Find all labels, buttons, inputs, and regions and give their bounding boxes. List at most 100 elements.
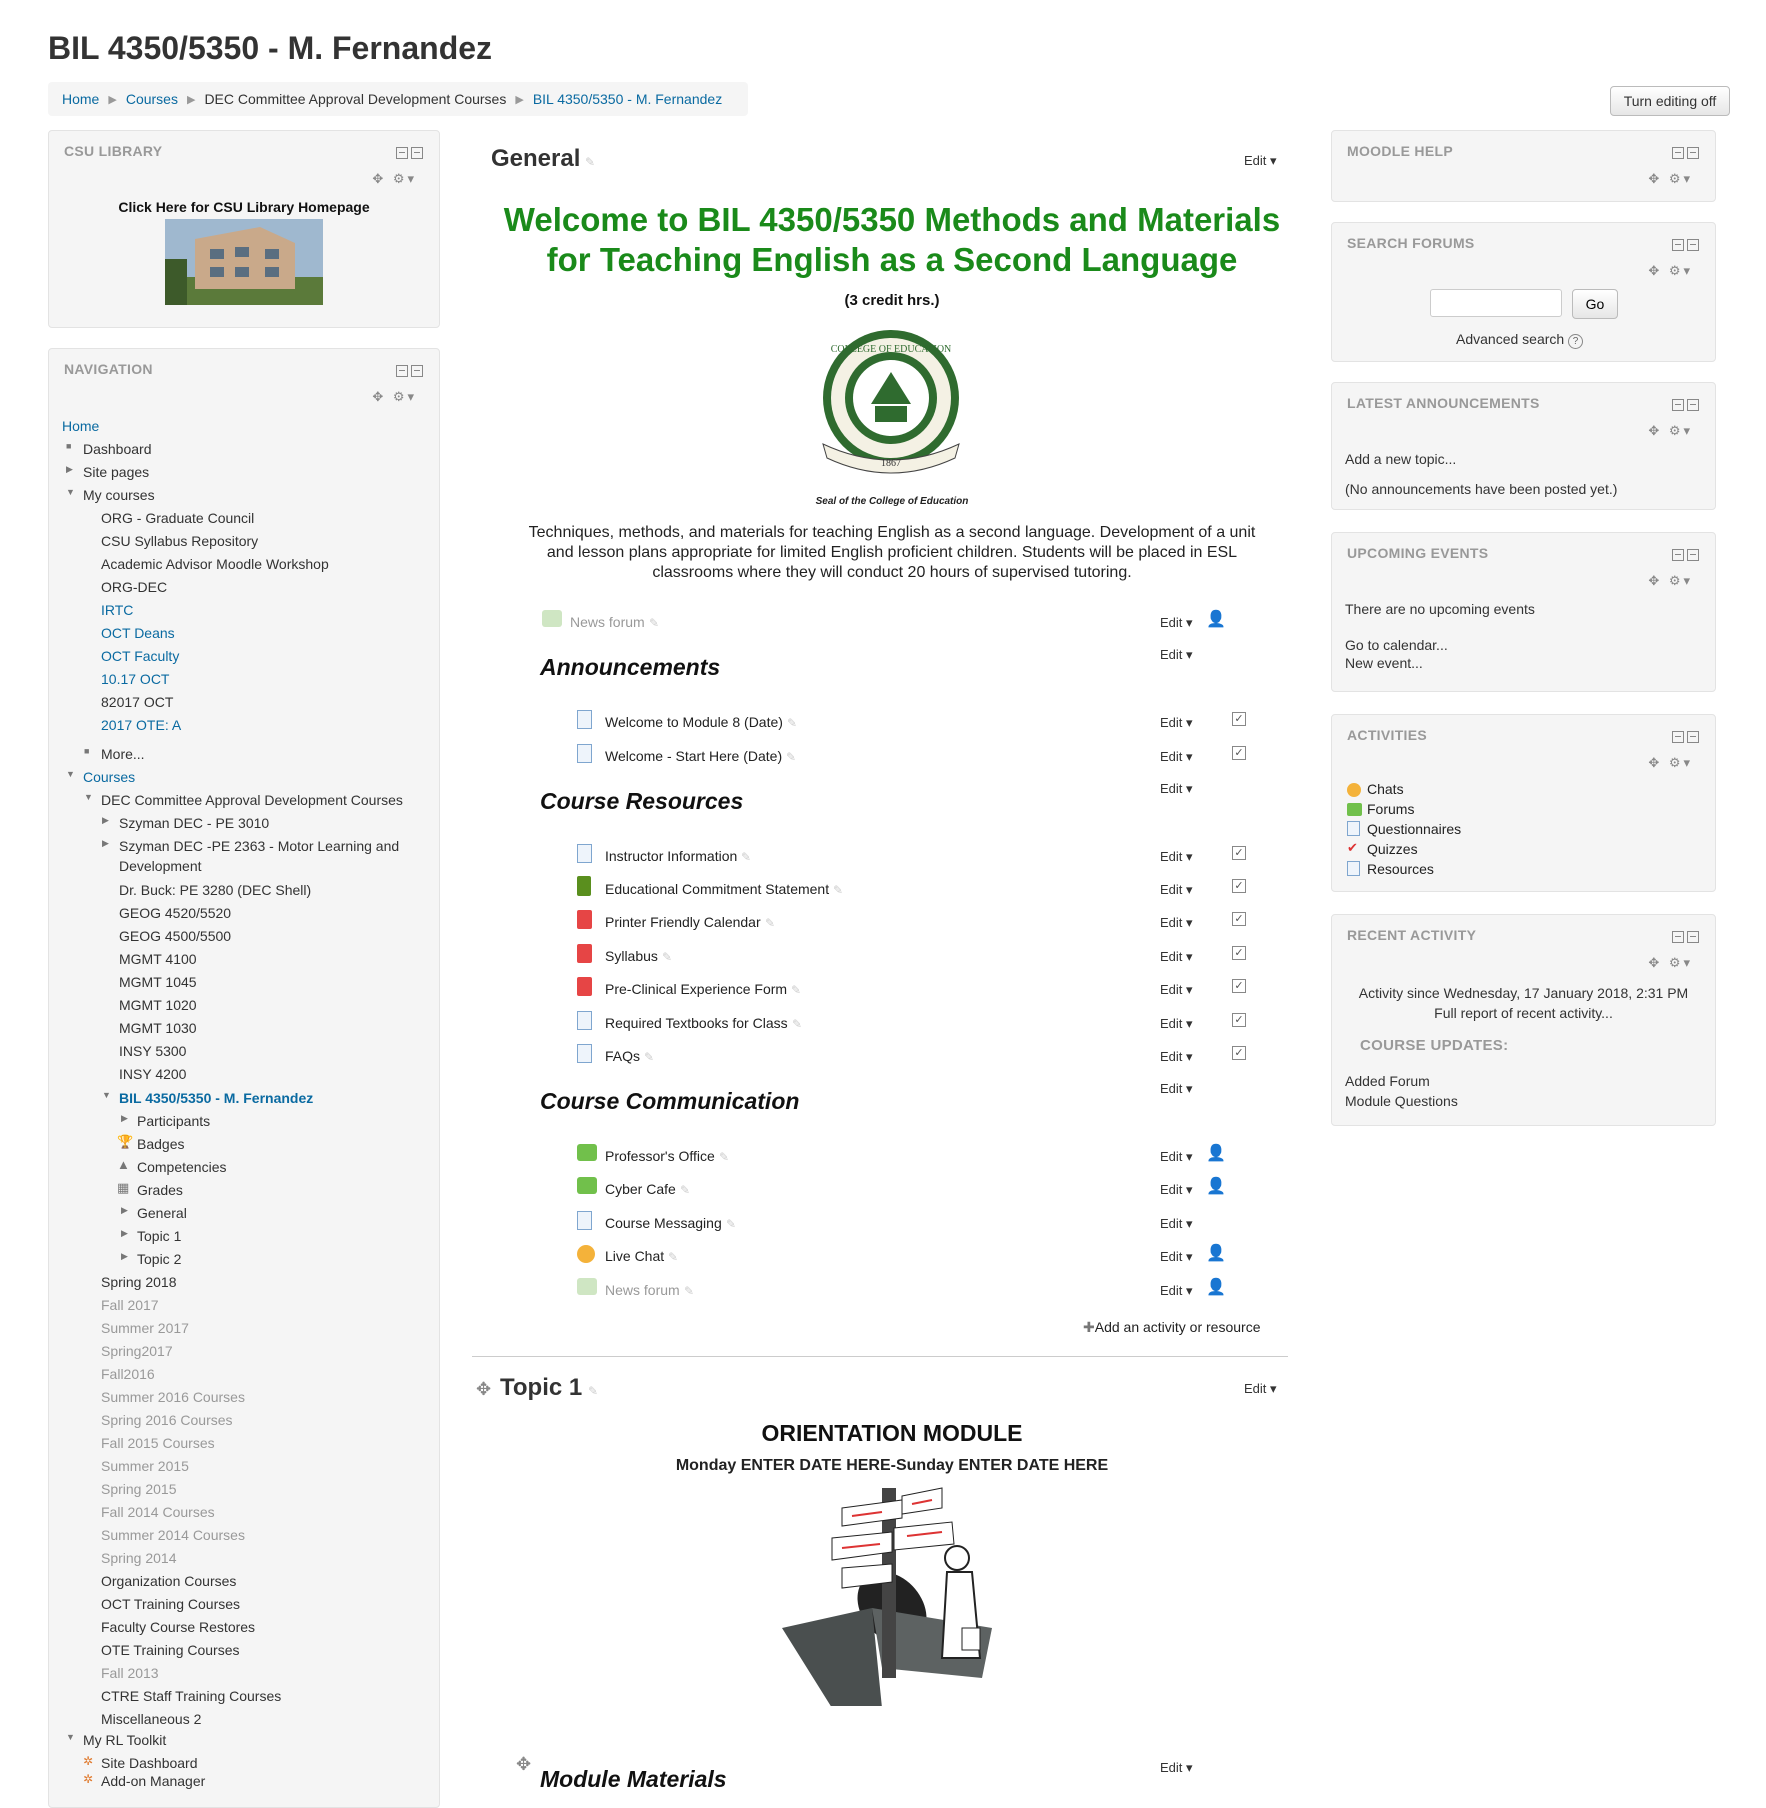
nav-category-item[interactable]: CTRE Staff Training Courses bbox=[101, 1687, 281, 1705]
nav-course-item[interactable]: OCT Faculty bbox=[101, 647, 179, 665]
dock-icon[interactable] bbox=[1687, 548, 1699, 561]
dock-icon[interactable] bbox=[1687, 398, 1699, 411]
edit-menu[interactable]: Edit ▾ bbox=[1160, 1049, 1193, 1065]
nav-course-item[interactable]: INSY 5300 bbox=[119, 1042, 186, 1060]
activities-questionnaires-link[interactable]: Questionnaires bbox=[1367, 821, 1461, 837]
completion-checkbox-icon[interactable]: ✓ bbox=[1232, 979, 1246, 993]
edit-menu[interactable]: Edit ▾ bbox=[1160, 1249, 1193, 1265]
activity-link[interactable]: News forum bbox=[570, 614, 645, 630]
expand-icon[interactable]: ▶ bbox=[121, 1251, 128, 1262]
nav-category-item[interactable]: Summer 2017 bbox=[101, 1319, 189, 1337]
dock-icon[interactable] bbox=[1687, 146, 1699, 159]
nav-section-topic2[interactable]: Topic 2 bbox=[137, 1250, 181, 1268]
activity-link[interactable]: Printer Friendly Calendar bbox=[605, 914, 761, 930]
nav-category-item[interactable]: Summer 2015 bbox=[101, 1457, 189, 1475]
nav-course-item[interactable]: 10.17 OCT bbox=[101, 670, 169, 688]
expand-icon[interactable]: ▶ bbox=[66, 464, 73, 475]
block-dock-controls[interactable] bbox=[393, 145, 423, 159]
edit-menu[interactable]: Edit ▾ bbox=[1160, 915, 1193, 931]
edit-title-pencil-icon[interactable]: ✎ bbox=[792, 1017, 802, 1031]
expand-icon[interactable]: ▶ bbox=[102, 838, 109, 849]
nav-participants[interactable]: Participants bbox=[137, 1112, 210, 1130]
edit-menu[interactable]: Edit ▾ bbox=[1160, 715, 1193, 731]
nav-course-item[interactable]: MGMT 1045 bbox=[119, 973, 197, 991]
edit-title-pencil-icon[interactable]: ✎ bbox=[765, 916, 775, 930]
nav-course-item[interactable]: 2017 OTE: A bbox=[101, 716, 181, 734]
edit-menu[interactable]: Edit ▾ bbox=[1160, 615, 1193, 631]
edit-menu[interactable]: Edit ▾ bbox=[1160, 1016, 1193, 1032]
activity-link[interactable]: Course Messaging bbox=[605, 1215, 722, 1231]
edit-menu[interactable]: Edit ▾ bbox=[1160, 647, 1193, 663]
edit-title-pencil-icon[interactable]: ✎ bbox=[649, 616, 659, 630]
search-go-button[interactable]: Go bbox=[1572, 289, 1618, 319]
edit-menu[interactable]: Edit ▾ bbox=[1160, 1283, 1193, 1299]
edit-menu[interactable]: Edit ▾ bbox=[1160, 1182, 1193, 1198]
collapse-icon[interactable] bbox=[396, 364, 408, 377]
edit-menu[interactable]: Edit ▾ bbox=[1160, 1149, 1193, 1165]
library-building-image[interactable] bbox=[165, 219, 323, 305]
add-new-topic-link[interactable]: Add a new topic... bbox=[1345, 451, 1456, 467]
edit-title-pencil-icon[interactable]: ✎ bbox=[680, 1183, 690, 1197]
breadcrumb-home[interactable]: Home bbox=[62, 91, 99, 107]
nav-section-general[interactable]: General bbox=[137, 1204, 187, 1222]
block-dock-controls[interactable] bbox=[1669, 397, 1699, 411]
completion-checkbox-icon[interactable]: ✓ bbox=[1232, 1013, 1246, 1027]
add-activity-link[interactable]: ✚Add an activity or resource bbox=[1083, 1319, 1260, 1336]
nav-more[interactable]: More... bbox=[101, 745, 145, 763]
activity-link[interactable]: Educational Commitment Statement bbox=[605, 881, 829, 897]
block-dock-controls[interactable] bbox=[1669, 145, 1699, 159]
groups-person-icon[interactable]: 👤 bbox=[1206, 1243, 1226, 1263]
edit-title-pencil-icon[interactable]: ✎ bbox=[588, 1384, 598, 1398]
groups-person-icon[interactable]: 👤 bbox=[1206, 1176, 1226, 1196]
section-edit-menu[interactable]: Edit ▾ bbox=[1244, 153, 1277, 169]
move-icon[interactable]: ✥ bbox=[476, 1380, 491, 1398]
edit-title-pencil-icon[interactable]: ✎ bbox=[719, 1150, 729, 1164]
block-dock-controls[interactable] bbox=[1669, 547, 1699, 561]
completion-checkbox-icon[interactable]: ✓ bbox=[1232, 712, 1246, 726]
nav-category-item[interactable]: Fall2016 bbox=[101, 1365, 155, 1383]
nav-courses[interactable]: Courses bbox=[83, 768, 135, 786]
nav-dec-category[interactable]: DEC Committee Approval Development Cours… bbox=[101, 791, 403, 809]
nav-category-item[interactable]: Spring 2014 bbox=[101, 1549, 177, 1567]
nav-section-topic1[interactable]: Topic 1 bbox=[137, 1227, 181, 1245]
nav-course-item[interactable]: Szyman DEC -PE 2363 - Motor Learning and bbox=[119, 837, 399, 855]
block-move-gear-icon[interactable]: ✥ ⚙▾ bbox=[1648, 955, 1693, 971]
nav-category-item[interactable]: Miscellaneous 2 bbox=[101, 1710, 201, 1728]
edit-menu[interactable]: Edit ▾ bbox=[1160, 949, 1193, 965]
completion-checkbox-icon[interactable]: ✓ bbox=[1232, 1046, 1246, 1060]
groups-person-icon[interactable]: 👤 bbox=[1206, 609, 1226, 629]
edit-title-pencil-icon[interactable]: ✎ bbox=[644, 1050, 654, 1064]
nav-category-item[interactable]: Fall 2015 Courses bbox=[101, 1434, 215, 1452]
activity-link[interactable]: FAQs bbox=[605, 1048, 640, 1064]
activities-forums-link[interactable]: Forums bbox=[1367, 801, 1414, 817]
edit-title-pencil-icon[interactable]: ✎ bbox=[726, 1217, 736, 1231]
collapse-icon[interactable] bbox=[1672, 238, 1684, 251]
nav-site-pages[interactable]: Site pages bbox=[83, 463, 149, 481]
edit-title-pencil-icon[interactable]: ✎ bbox=[791, 983, 801, 997]
csu-library-link[interactable]: Click Here for CSU Library Homepage bbox=[49, 199, 439, 215]
nav-course-item[interactable]: Academic Advisor Moodle Workshop bbox=[101, 555, 329, 573]
nav-course-item[interactable]: 82017 OCT bbox=[101, 693, 173, 711]
activity-link[interactable]: Required Textbooks for Class bbox=[605, 1015, 788, 1031]
expand-icon[interactable]: ▶ bbox=[102, 815, 109, 826]
move-icon[interactable]: ✥ bbox=[516, 1755, 531, 1773]
activity-link[interactable]: Pre-Clinical Experience Form bbox=[605, 981, 787, 997]
nav-dashboard[interactable]: Dashboard bbox=[83, 440, 152, 458]
completion-checkbox-icon[interactable]: ✓ bbox=[1232, 912, 1246, 926]
collapse-icon[interactable] bbox=[1672, 930, 1684, 943]
block-dock-controls[interactable] bbox=[1669, 237, 1699, 251]
edit-menu[interactable]: Edit ▾ bbox=[1160, 749, 1193, 765]
activity-link[interactable]: Syllabus bbox=[605, 948, 658, 964]
nav-course-item-wrap[interactable]: Development bbox=[119, 857, 202, 875]
edit-menu[interactable]: Edit ▾ bbox=[1160, 1216, 1193, 1232]
nav-course-item[interactable]: ORG - Graduate Council bbox=[101, 509, 254, 527]
collapse-triangle-icon[interactable]: ▼ bbox=[66, 1732, 75, 1742]
edit-title-pencil-icon[interactable]: ✎ bbox=[684, 1284, 694, 1298]
dock-icon[interactable] bbox=[1687, 930, 1699, 943]
breadcrumb-category[interactable]: DEC Committee Approval Development Cours… bbox=[204, 91, 506, 107]
edit-title-pencil-icon[interactable]: ✎ bbox=[787, 716, 797, 730]
groups-person-icon[interactable]: 👤 bbox=[1206, 1143, 1226, 1163]
nav-course-item[interactable]: INSY 4200 bbox=[119, 1065, 186, 1083]
edit-menu[interactable]: Edit ▾ bbox=[1160, 882, 1193, 898]
nav-current-course[interactable]: BIL 4350/5350 - M. Fernandez bbox=[119, 1089, 313, 1107]
